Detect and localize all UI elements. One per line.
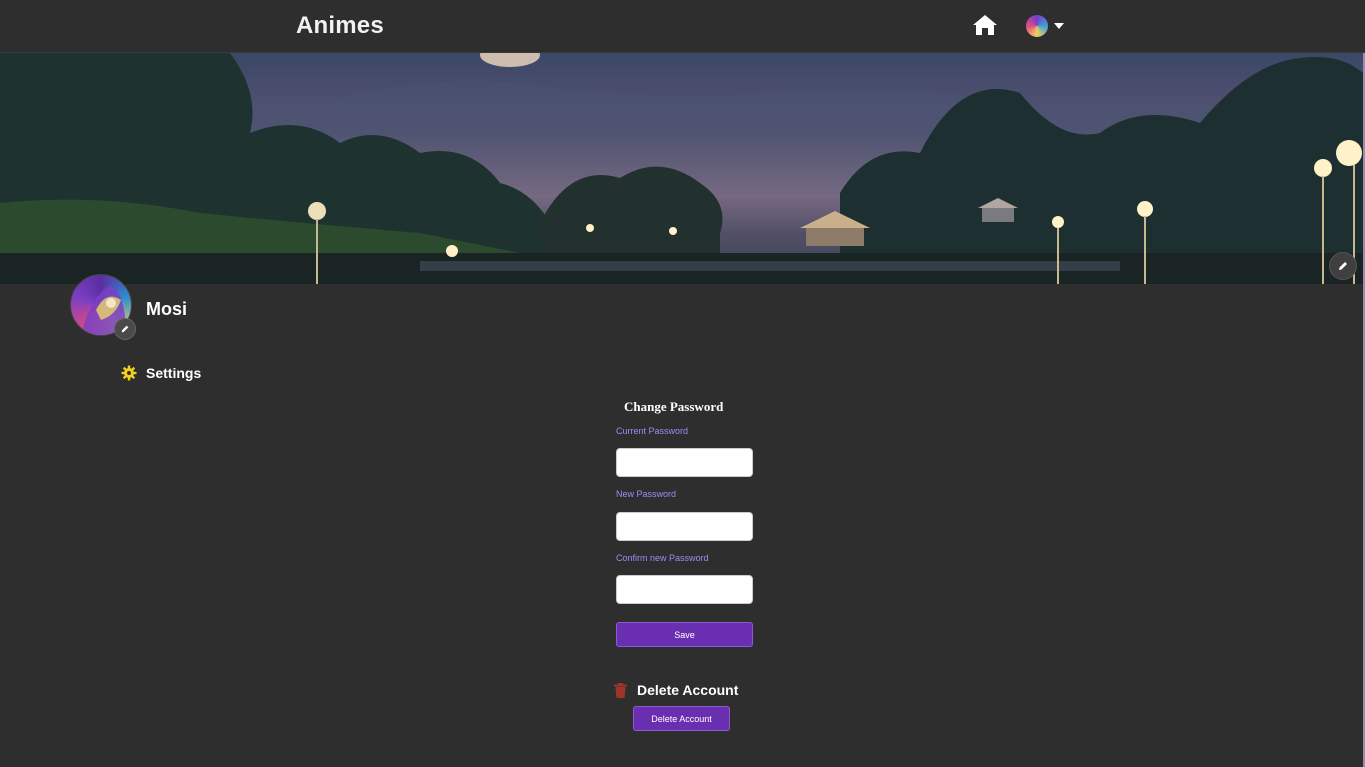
- caret-down-icon[interactable]: [1054, 23, 1064, 29]
- delete-account-heading: Delete Account: [614, 682, 738, 698]
- top-navbar: Animes: [0, 0, 1365, 53]
- brand-title[interactable]: Animes: [296, 12, 384, 40]
- banner-edit-button[interactable]: [1329, 252, 1357, 280]
- current-password-label: Current Password: [616, 426, 689, 436]
- confirm-password-input[interactable]: [616, 575, 753, 604]
- confirm-password-label: Confirm new Password: [616, 553, 709, 563]
- banner-landscape-image: [0, 53, 1363, 284]
- settings-heading[interactable]: Settings: [121, 365, 201, 381]
- change-password-title: Change Password: [624, 399, 724, 414]
- delete-account-title: Delete Account: [637, 682, 739, 698]
- home-icon[interactable]: [972, 14, 998, 36]
- delete-account-button[interactable]: Delete Account: [633, 706, 730, 731]
- save-button[interactable]: Save: [616, 622, 753, 647]
- gear-icon: [121, 365, 137, 381]
- trash-icon: [614, 682, 627, 698]
- pencil-icon: [121, 325, 129, 333]
- pencil-icon: [1339, 262, 1347, 270]
- current-password-input[interactable]: [616, 448, 753, 477]
- avatar-edit-button[interactable]: [114, 318, 136, 340]
- user-avatar[interactable]: [1026, 15, 1048, 37]
- new-password-label: New Password: [616, 489, 677, 499]
- settings-label: Settings: [146, 365, 202, 381]
- username: Mosi: [146, 299, 188, 319]
- profile-banner: [0, 53, 1363, 284]
- new-password-input[interactable]: [616, 512, 753, 541]
